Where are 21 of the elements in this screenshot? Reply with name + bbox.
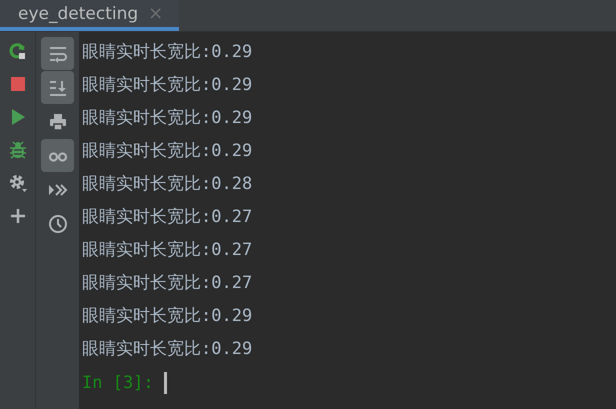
output-line: 眼睛实时长宽比:0.29 xyxy=(82,140,254,163)
editor-tab[interactable]: eye_detecting × xyxy=(0,0,180,31)
toggle-button[interactable] xyxy=(41,37,74,70)
printer-icon xyxy=(48,112,68,132)
output-line: 眼睛实时长宽比:0.29 xyxy=(82,74,254,97)
output-line: 眼睛实时长宽比:0.29 xyxy=(82,107,254,130)
output-line: 眼睛实时长宽比:0.28 xyxy=(82,173,254,196)
output-line: 眼睛实时长宽比:0.29 xyxy=(82,338,254,361)
clock-icon xyxy=(48,214,68,234)
output-line: 眼睛实时长宽比:0.29 xyxy=(82,305,254,328)
text-cursor xyxy=(164,372,167,394)
bug-icon xyxy=(8,140,28,160)
toggle-button[interactable] xyxy=(41,71,74,104)
output-line: 眼睛实时长宽比:0.27 xyxy=(82,206,254,229)
output-line: 眼睛实时长宽比:0.27 xyxy=(82,272,254,295)
console-prompt: In [3]: xyxy=(82,372,154,392)
output-line: 眼睛实时长宽比:0.27 xyxy=(82,239,254,262)
toggle-button[interactable] xyxy=(41,139,74,172)
output-line: 眼睛实时长宽比:0.29 xyxy=(82,41,254,64)
rerun-icon xyxy=(8,41,28,61)
settings-icon xyxy=(8,173,28,193)
